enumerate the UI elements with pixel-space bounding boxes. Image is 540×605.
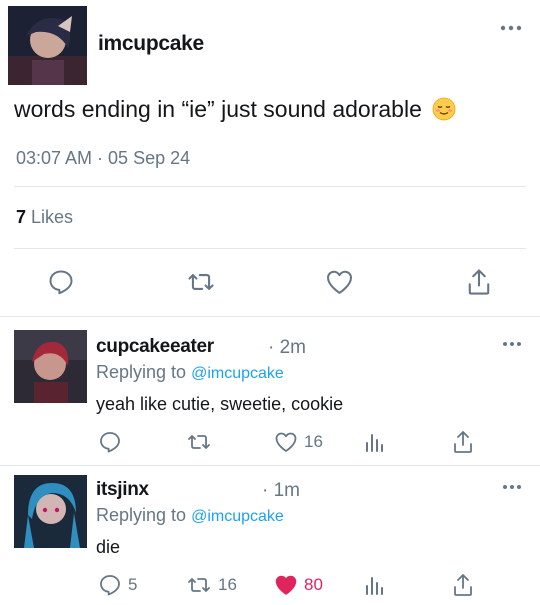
heart-icon [275,575,297,595]
reply-button[interactable] [47,268,75,296]
divider [14,248,526,249]
reply-icon [49,270,73,295]
analytics-icon [366,434,383,452]
tweet-text-content: words ending in “ie” just sound adorable [14,96,422,122]
username[interactable]: imcupcake [98,32,204,56]
tweet-text: words ending in “ie” just sound adorable [14,96,456,127]
share-icon [468,269,490,295]
share-button[interactable] [466,267,492,297]
retweet-icon [188,274,214,290]
retweet-icon [188,435,210,449]
share-button[interactable] [452,572,474,598]
divider [14,186,526,187]
more-icon[interactable] [502,340,522,348]
retweet-count: 16 [218,575,237,594]
avatar[interactable] [8,6,87,85]
relieved-face-emoji [432,97,456,127]
heart-icon [275,432,297,452]
timestamp: 03:07 AM · 05 Sep 24 [16,148,191,168]
reply-icon [100,575,120,596]
replying-handle[interactable]: @imcupcake [191,508,284,525]
retweet-button[interactable] [186,269,216,295]
analytics-icon [366,577,383,595]
divider [0,316,540,317]
reply-icon [100,432,120,453]
like-count: 80 [304,575,323,594]
retweet-icon [188,578,210,592]
likes-count[interactable]: 7 Likes [16,207,73,228]
avatar[interactable] [14,330,87,403]
likes-number: 7 [16,207,27,227]
like-count: 16 [304,432,323,451]
avatar-image [8,6,87,85]
share-button[interactable] [452,429,474,455]
likes-label: Likes [31,207,74,227]
reply-text: die [96,537,121,557]
replying-to: Replying to @imcupcake [96,505,284,526]
avatar-image [14,475,87,548]
reply-text: yeah like cutie, sweetie, cookie [96,394,344,414]
avatar-image [14,330,87,403]
analytics-button[interactable] [364,431,384,453]
like-button[interactable] [325,268,354,296]
divider [0,465,540,466]
replying-label: Replying to [96,505,187,525]
reply-count: 5 [128,575,138,594]
reply-time: · 2m [268,337,306,358]
retweet-button[interactable] [186,431,212,453]
reply-username[interactable]: itsjinx [96,479,149,501]
reply-username[interactable]: cupcakeeater [96,336,214,358]
like-button[interactable]: 80 [274,574,323,596]
more-icon[interactable] [500,24,522,32]
reply-button[interactable] [98,430,122,454]
like-button[interactable]: 16 [274,431,323,453]
reply-button[interactable]: 5 [98,573,137,597]
heart-icon [326,270,353,294]
replying-handle[interactable]: @imcupcake [191,365,284,382]
more-icon[interactable] [502,483,522,491]
share-icon [454,574,472,596]
reply-time: · 1m [262,480,300,501]
replying-label: Replying to [96,362,187,382]
analytics-button[interactable] [364,574,384,596]
share-icon [454,431,472,453]
retweet-button[interactable]: 16 [186,574,237,596]
replying-to: Replying to @imcupcake [96,362,284,383]
avatar[interactable] [14,475,87,548]
main-tweet: imcupcake words ending in “ie” just soun… [0,0,540,316]
